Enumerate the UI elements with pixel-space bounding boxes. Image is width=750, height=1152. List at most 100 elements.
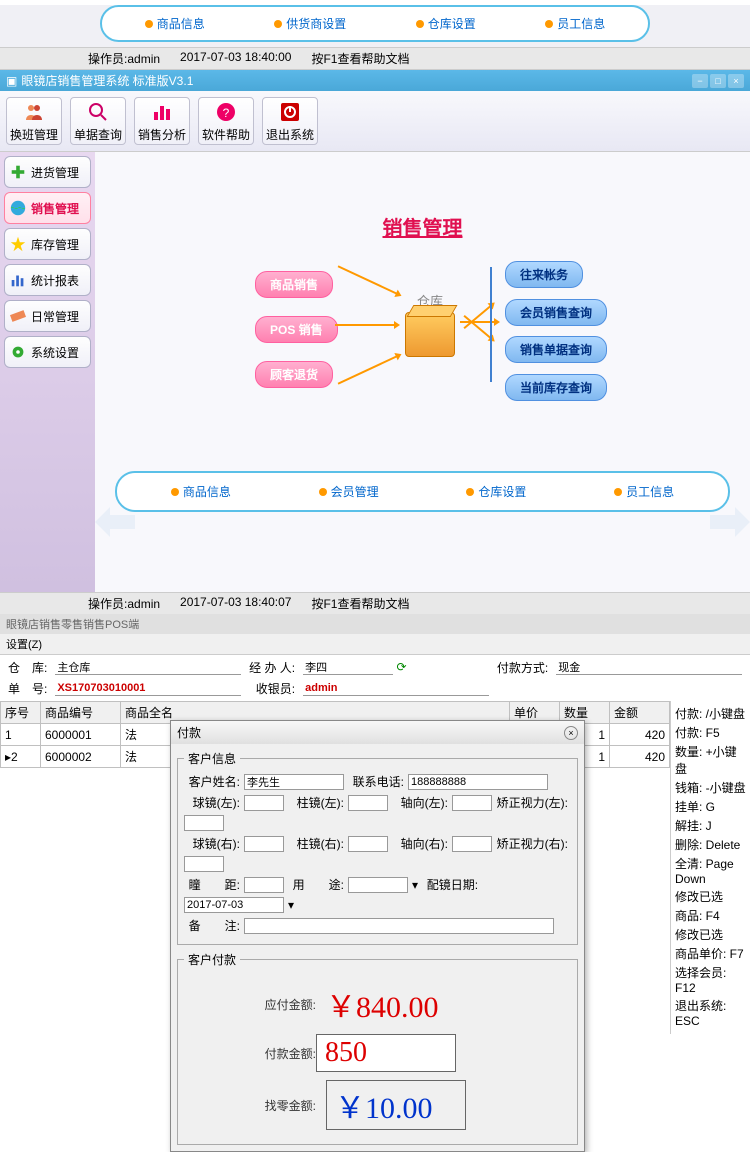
axis-left-input[interactable] xyxy=(452,795,492,811)
due-label: 应付金额: xyxy=(196,996,316,1013)
cust-phone-input[interactable] xyxy=(408,774,548,790)
close-button[interactable]: × xyxy=(728,74,744,88)
bottom-btn-product[interactable]: 商品信息 xyxy=(171,483,231,500)
nav-prev-icon[interactable] xyxy=(90,502,140,542)
chevron-down-icon[interactable]: ▾ xyxy=(288,898,294,912)
app-icon: ▣ xyxy=(6,74,17,88)
sidebar: 进货管理 销售管理 库存管理 统计报表 日常管理 系统设置 xyxy=(0,152,95,592)
toolbar-query[interactable]: 单据查询 xyxy=(70,97,126,145)
shortcut: 删除: Delete xyxy=(675,836,746,853)
col-seq: 序号 xyxy=(1,702,41,724)
top-btn-supplier[interactable]: 供货商设置 xyxy=(274,15,346,32)
pill-member-query[interactable]: 会员销售查询 xyxy=(505,299,607,326)
top-btn-staff[interactable]: 员工信息 xyxy=(545,15,605,32)
pos-window-title: 眼镜店销售零售销售POS端 xyxy=(0,614,750,634)
paytype-input[interactable] xyxy=(556,660,742,675)
toolbar-analysis[interactable]: 销售分析 xyxy=(134,97,190,145)
window-title: 眼镜店销售管理系统 标准版V3.1 xyxy=(21,72,193,89)
sidebar-item-stock[interactable]: 库存管理 xyxy=(4,228,91,260)
pos-header-form: 仓 库: 经 办 人: ⟳ 付款方式: 单 号: XS170703010001 … xyxy=(0,655,750,701)
change-amount: ￥10.00 xyxy=(326,1080,466,1130)
sidebar-item-settings[interactable]: 系统设置 xyxy=(4,336,91,368)
top-btn-warehouse[interactable]: 仓库设置 xyxy=(416,15,476,32)
cyl-right-input[interactable] xyxy=(348,836,388,852)
pd-input[interactable] xyxy=(244,877,284,893)
dialog-title-text: 付款 xyxy=(177,724,201,741)
power-icon xyxy=(278,100,302,124)
bullet-icon xyxy=(171,488,179,496)
pill-product-sales[interactable]: 商品销售 xyxy=(255,271,333,298)
box-icon xyxy=(405,312,455,357)
bottom-btn-staff[interactable]: 员工信息 xyxy=(614,483,674,500)
vision-right-input[interactable] xyxy=(184,856,224,872)
note-input[interactable] xyxy=(244,918,554,934)
bottom-btn-member[interactable]: 会员管理 xyxy=(319,483,379,500)
use-select[interactable] xyxy=(348,877,408,893)
legend-customer: 客户信息 xyxy=(184,750,240,767)
cust-name-label: 客户姓名: xyxy=(184,773,240,790)
shortcut: 商品单价: F7 xyxy=(675,945,746,962)
bullet-icon xyxy=(274,20,282,28)
col-amount: 金额 xyxy=(610,702,670,724)
status-bar-2: 操作员:admin 2017-07-03 18:40:07 按F1查看帮助文档 xyxy=(0,592,750,614)
shortcut: 付款: /小键盘 xyxy=(675,705,746,722)
paid-label: 付款金额: xyxy=(196,1045,316,1062)
sidebar-item-purchase[interactable]: 进货管理 xyxy=(4,156,91,188)
chevron-down-icon[interactable]: ▾ xyxy=(412,878,418,892)
bullet-icon xyxy=(614,488,622,496)
date-input[interactable] xyxy=(184,897,284,913)
dialog-close-button[interactable]: × xyxy=(564,726,578,740)
axis-right-input[interactable] xyxy=(452,836,492,852)
pill-pos-sales[interactable]: POS 销售 xyxy=(255,316,338,343)
bullet-icon xyxy=(466,488,474,496)
nav-next-icon[interactable] xyxy=(705,502,750,542)
handler-input[interactable] xyxy=(303,660,393,675)
sidebar-item-daily[interactable]: 日常管理 xyxy=(4,300,91,332)
main-toolbar: 换班管理 单据查询 销售分析 ?软件帮助 退出系统 xyxy=(0,91,750,152)
shortcut: 解挂: J xyxy=(675,817,746,834)
dialog-titlebar: 付款 × xyxy=(171,721,584,744)
sph-left-input[interactable] xyxy=(244,795,284,811)
sidebar-item-report[interactable]: 统计报表 xyxy=(4,264,91,296)
cust-name-input[interactable] xyxy=(244,774,344,790)
shortcut: 数量: +小键盘 xyxy=(675,743,746,777)
shortcut: 付款: F5 xyxy=(675,724,746,741)
toolbar-shift[interactable]: 换班管理 xyxy=(6,97,62,145)
bottom-button-bar: 商品信息 会员管理 仓库设置 员工信息 xyxy=(115,471,730,512)
maximize-button[interactable]: □ xyxy=(710,74,726,88)
sph-right-input[interactable] xyxy=(244,836,284,852)
sidebar-item-sales[interactable]: 销售管理 xyxy=(4,192,91,224)
due-amount: ￥840.00 xyxy=(326,982,439,1026)
search-icon xyxy=(86,100,110,124)
cashier-value: admin xyxy=(303,681,489,696)
pill-customer-return[interactable]: 顾客退货 xyxy=(255,361,333,388)
vision-left-input[interactable] xyxy=(184,815,224,831)
bottom-btn-warehouse[interactable]: 仓库设置 xyxy=(466,483,526,500)
cust-phone-label: 联系电话: xyxy=(348,773,404,790)
refresh-icon[interactable]: ⟳ xyxy=(396,660,406,674)
bars-icon xyxy=(9,271,27,289)
cashier-label: 收银员: xyxy=(249,680,295,697)
pill-order-query[interactable]: 销售单据查询 xyxy=(505,336,607,363)
toolbar-exit[interactable]: 退出系统 xyxy=(262,97,318,145)
warehouse-label: 仓 库: xyxy=(8,659,47,676)
shortcut: 修改已选 xyxy=(675,888,746,905)
top-btn-product[interactable]: 商品信息 xyxy=(145,15,205,32)
plus-icon xyxy=(9,163,27,181)
pill-accounts[interactable]: 往来帐务 xyxy=(505,261,583,288)
payment-dialog: 付款 × 客户信息 客户姓名: 联系电话: 球镜(左): 柱镜(左): 轴向(左… xyxy=(170,720,585,1152)
payment-group: 客户付款 应付金额: ￥840.00 付款金额: 找零金额: ￥10.00 xyxy=(177,951,578,1145)
menu-settings[interactable]: 设置(Z) xyxy=(0,634,750,655)
orderno-value: XS170703010001 xyxy=(55,681,241,696)
legend-payment: 客户付款 xyxy=(184,951,240,968)
warehouse-input[interactable] xyxy=(55,660,241,675)
pill-stock-query[interactable]: 当前库存查询 xyxy=(505,374,607,401)
toolbar-help[interactable]: ?软件帮助 xyxy=(198,97,254,145)
warehouse-node: 仓库 xyxy=(405,291,455,357)
change-label: 找零金额: xyxy=(196,1097,316,1114)
minimize-button[interactable]: − xyxy=(692,74,708,88)
cyl-left-input[interactable] xyxy=(348,795,388,811)
help-icon: ? xyxy=(214,100,238,124)
paid-input[interactable] xyxy=(316,1034,456,1072)
sales-diagram: 商品销售 POS 销售 顾客退货 仓库 往来帐务 会员销售查询 销售单据查询 当… xyxy=(105,261,740,441)
